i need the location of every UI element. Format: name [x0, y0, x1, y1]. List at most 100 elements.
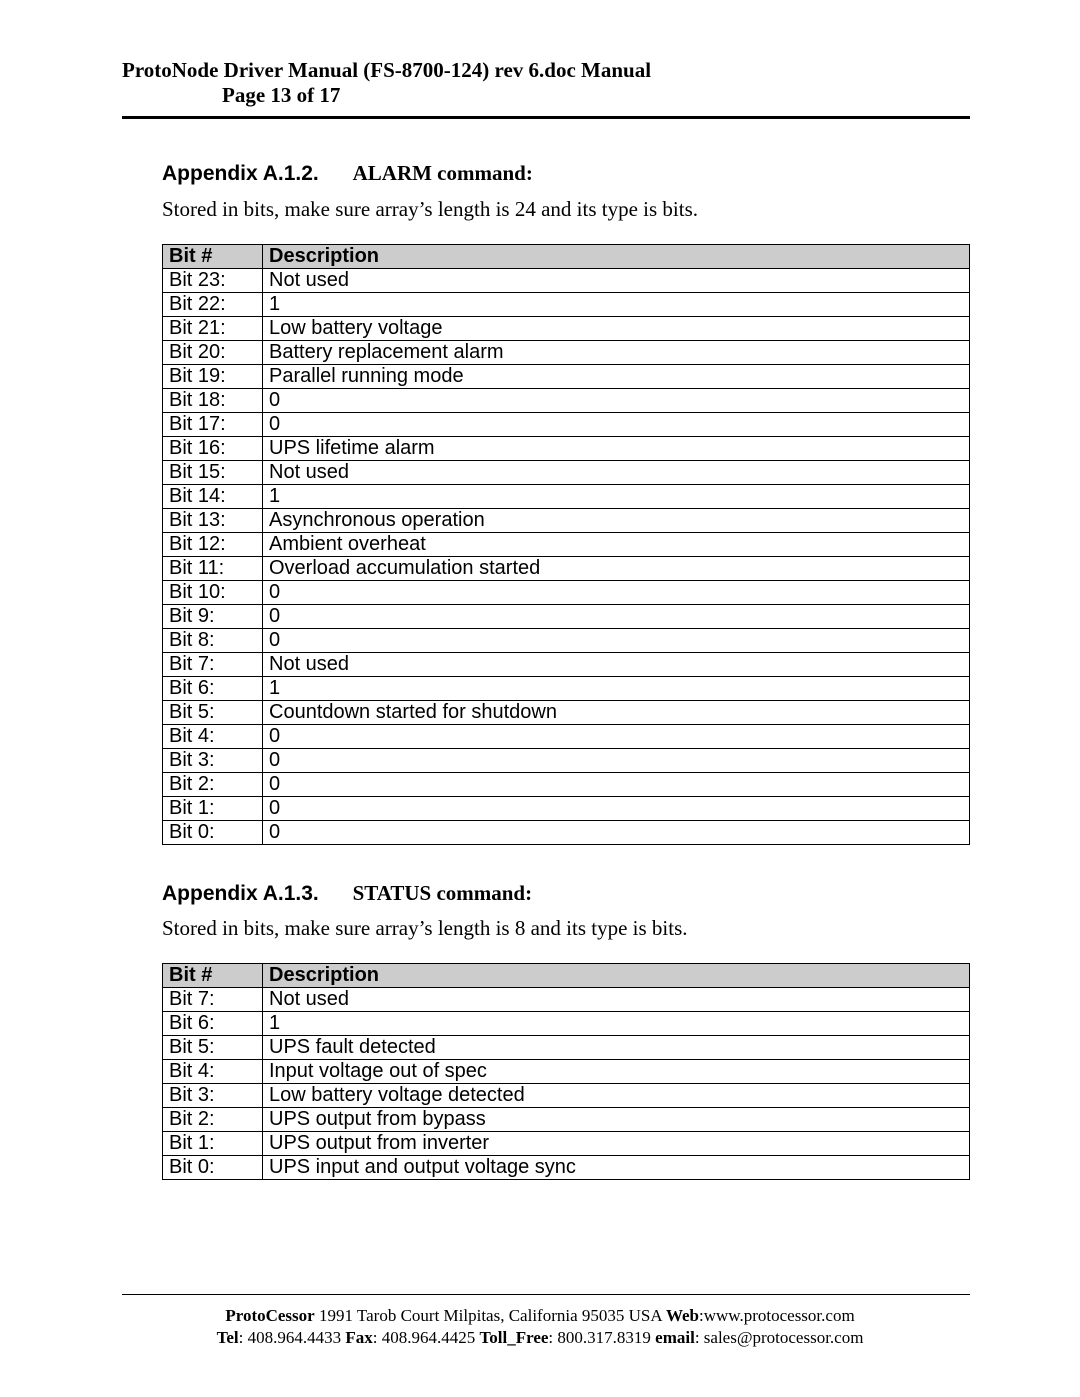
table-row: Bit 14:1 [163, 484, 970, 508]
footer-tollfree-label: Toll_Free [479, 1328, 548, 1347]
desc-cell: 0 [263, 724, 970, 748]
table-row: Bit 11:Overload accumulation started [163, 556, 970, 580]
bit-cell: Bit 23: [163, 268, 263, 292]
page-header: ProtoNode Driver Manual (FS-8700-124) re… [122, 58, 970, 108]
table-row: Bit 23:Not used [163, 268, 970, 292]
table-row: Bit 4:0 [163, 724, 970, 748]
document-page: ProtoNode Driver Manual (FS-8700-124) re… [0, 0, 1080, 1397]
section-intro-a12: Stored in bits, make sure array’s length… [162, 197, 970, 222]
desc-cell: Countdown started for shutdown [263, 700, 970, 724]
bit-cell: Bit 13: [163, 508, 263, 532]
table-row: Bit 18:0 [163, 388, 970, 412]
footer-address: 1991 Tarob Court Milpitas, California 95… [315, 1306, 666, 1325]
section-number: Appendix A.1.2. [162, 162, 319, 185]
bit-cell: Bit 2: [163, 772, 263, 796]
desc-cell: UPS lifetime alarm [263, 436, 970, 460]
desc-cell: Not used [263, 988, 970, 1012]
desc-cell: UPS fault detected [263, 1036, 970, 1060]
col-bit-header: Bit # [163, 964, 263, 988]
col-desc-header: Description [263, 964, 970, 988]
desc-cell: 1 [263, 1012, 970, 1036]
table-row: Bit 1:0 [163, 796, 970, 820]
col-bit-header: Bit # [163, 244, 263, 268]
table-row: Bit 20:Battery replacement alarm [163, 340, 970, 364]
col-desc-header: Description [263, 244, 970, 268]
bit-cell: Bit 14: [163, 484, 263, 508]
footer-email-label: email [655, 1328, 695, 1347]
desc-cell: Not used [263, 268, 970, 292]
bit-cell: Bit 16: [163, 436, 263, 460]
desc-cell: Asynchronous operation [263, 508, 970, 532]
bit-cell: Bit 7: [163, 652, 263, 676]
bit-cell: Bit 0: [163, 820, 263, 844]
bit-cell: Bit 11: [163, 556, 263, 580]
bit-cell: Bit 0: [163, 1156, 263, 1180]
desc-cell: Ambient overheat [263, 532, 970, 556]
header-title: ProtoNode Driver Manual (FS-8700-124) re… [122, 58, 970, 83]
bit-cell: Bit 7: [163, 988, 263, 1012]
header-rule [122, 116, 970, 119]
table-row: Bit 22:1 [163, 292, 970, 316]
desc-cell: Not used [263, 460, 970, 484]
desc-cell: 0 [263, 580, 970, 604]
desc-cell: Input voltage out of spec [263, 1060, 970, 1084]
desc-cell: 0 [263, 748, 970, 772]
footer-fax: : 408.964.4425 [373, 1328, 480, 1347]
table-row: Bit 2:UPS output from bypass [163, 1108, 970, 1132]
bit-cell: Bit 4: [163, 724, 263, 748]
table-row: Bit 13:Asynchronous operation [163, 508, 970, 532]
bit-cell: Bit 17: [163, 412, 263, 436]
footer-rule [122, 1294, 970, 1295]
desc-cell: 1 [263, 292, 970, 316]
table-row: Bit 15:Not used [163, 460, 970, 484]
bit-cell: Bit 5: [163, 700, 263, 724]
desc-cell: Low battery voltage [263, 316, 970, 340]
bit-cell: Bit 22: [163, 292, 263, 316]
footer-email: : sales@protocessor.com [695, 1328, 864, 1347]
table-row: Bit 0:UPS input and output voltage sync [163, 1156, 970, 1180]
table-row: Bit 16:UPS lifetime alarm [163, 436, 970, 460]
desc-cell: 0 [263, 604, 970, 628]
table-row: Bit 5:UPS fault detected [163, 1036, 970, 1060]
table-row: Bit 4:Input voltage out of spec [163, 1060, 970, 1084]
footer-tollfree: : 800.317.8319 [548, 1328, 655, 1347]
table-row: Bit 21:Low battery voltage [163, 316, 970, 340]
table-row: Bit 17:0 [163, 412, 970, 436]
table-row: Bit 3:Low battery voltage detected [163, 1084, 970, 1108]
table-row: Bit 2:0 [163, 772, 970, 796]
bit-cell: Bit 1: [163, 796, 263, 820]
bit-cell: Bit 6: [163, 676, 263, 700]
section-intro-a13: Stored in bits, make sure array’s length… [162, 916, 970, 941]
table-row: Bit 19:Parallel running mode [163, 364, 970, 388]
table-row: Bit 9:0 [163, 604, 970, 628]
desc-cell: 1 [263, 676, 970, 700]
table-header-row: Bit # Description [163, 244, 970, 268]
desc-cell: 0 [263, 820, 970, 844]
footer-company: ProtoCessor [225, 1306, 314, 1325]
header-page-number: Page 13 of 17 [122, 83, 970, 108]
bit-cell: Bit 2: [163, 1108, 263, 1132]
bit-cell: Bit 4: [163, 1060, 263, 1084]
alarm-bit-table: Bit # Description Bit 23:Not usedBit 22:… [162, 244, 970, 845]
bit-cell: Bit 21: [163, 316, 263, 340]
bit-cell: Bit 19: [163, 364, 263, 388]
desc-cell: 0 [263, 388, 970, 412]
bit-cell: Bit 6: [163, 1012, 263, 1036]
table-header-row: Bit # Description [163, 964, 970, 988]
desc-cell: UPS output from inverter [263, 1132, 970, 1156]
bit-cell: Bit 8: [163, 628, 263, 652]
footer-tel: : 408.964.4433 [239, 1328, 346, 1347]
bit-cell: Bit 18: [163, 388, 263, 412]
bit-cell: Bit 5: [163, 1036, 263, 1060]
table-row: Bit 0:0 [163, 820, 970, 844]
desc-cell: Battery replacement alarm [263, 340, 970, 364]
desc-cell: UPS output from bypass [263, 1108, 970, 1132]
desc-cell: 0 [263, 628, 970, 652]
desc-cell: UPS input and output voltage sync [263, 1156, 970, 1180]
table-row: Bit 5:Countdown started for shutdown [163, 700, 970, 724]
desc-cell: 0 [263, 796, 970, 820]
bit-cell: Bit 10: [163, 580, 263, 604]
desc-cell: 0 [263, 412, 970, 436]
table-row: Bit 7:Not used [163, 652, 970, 676]
bit-cell: Bit 12: [163, 532, 263, 556]
